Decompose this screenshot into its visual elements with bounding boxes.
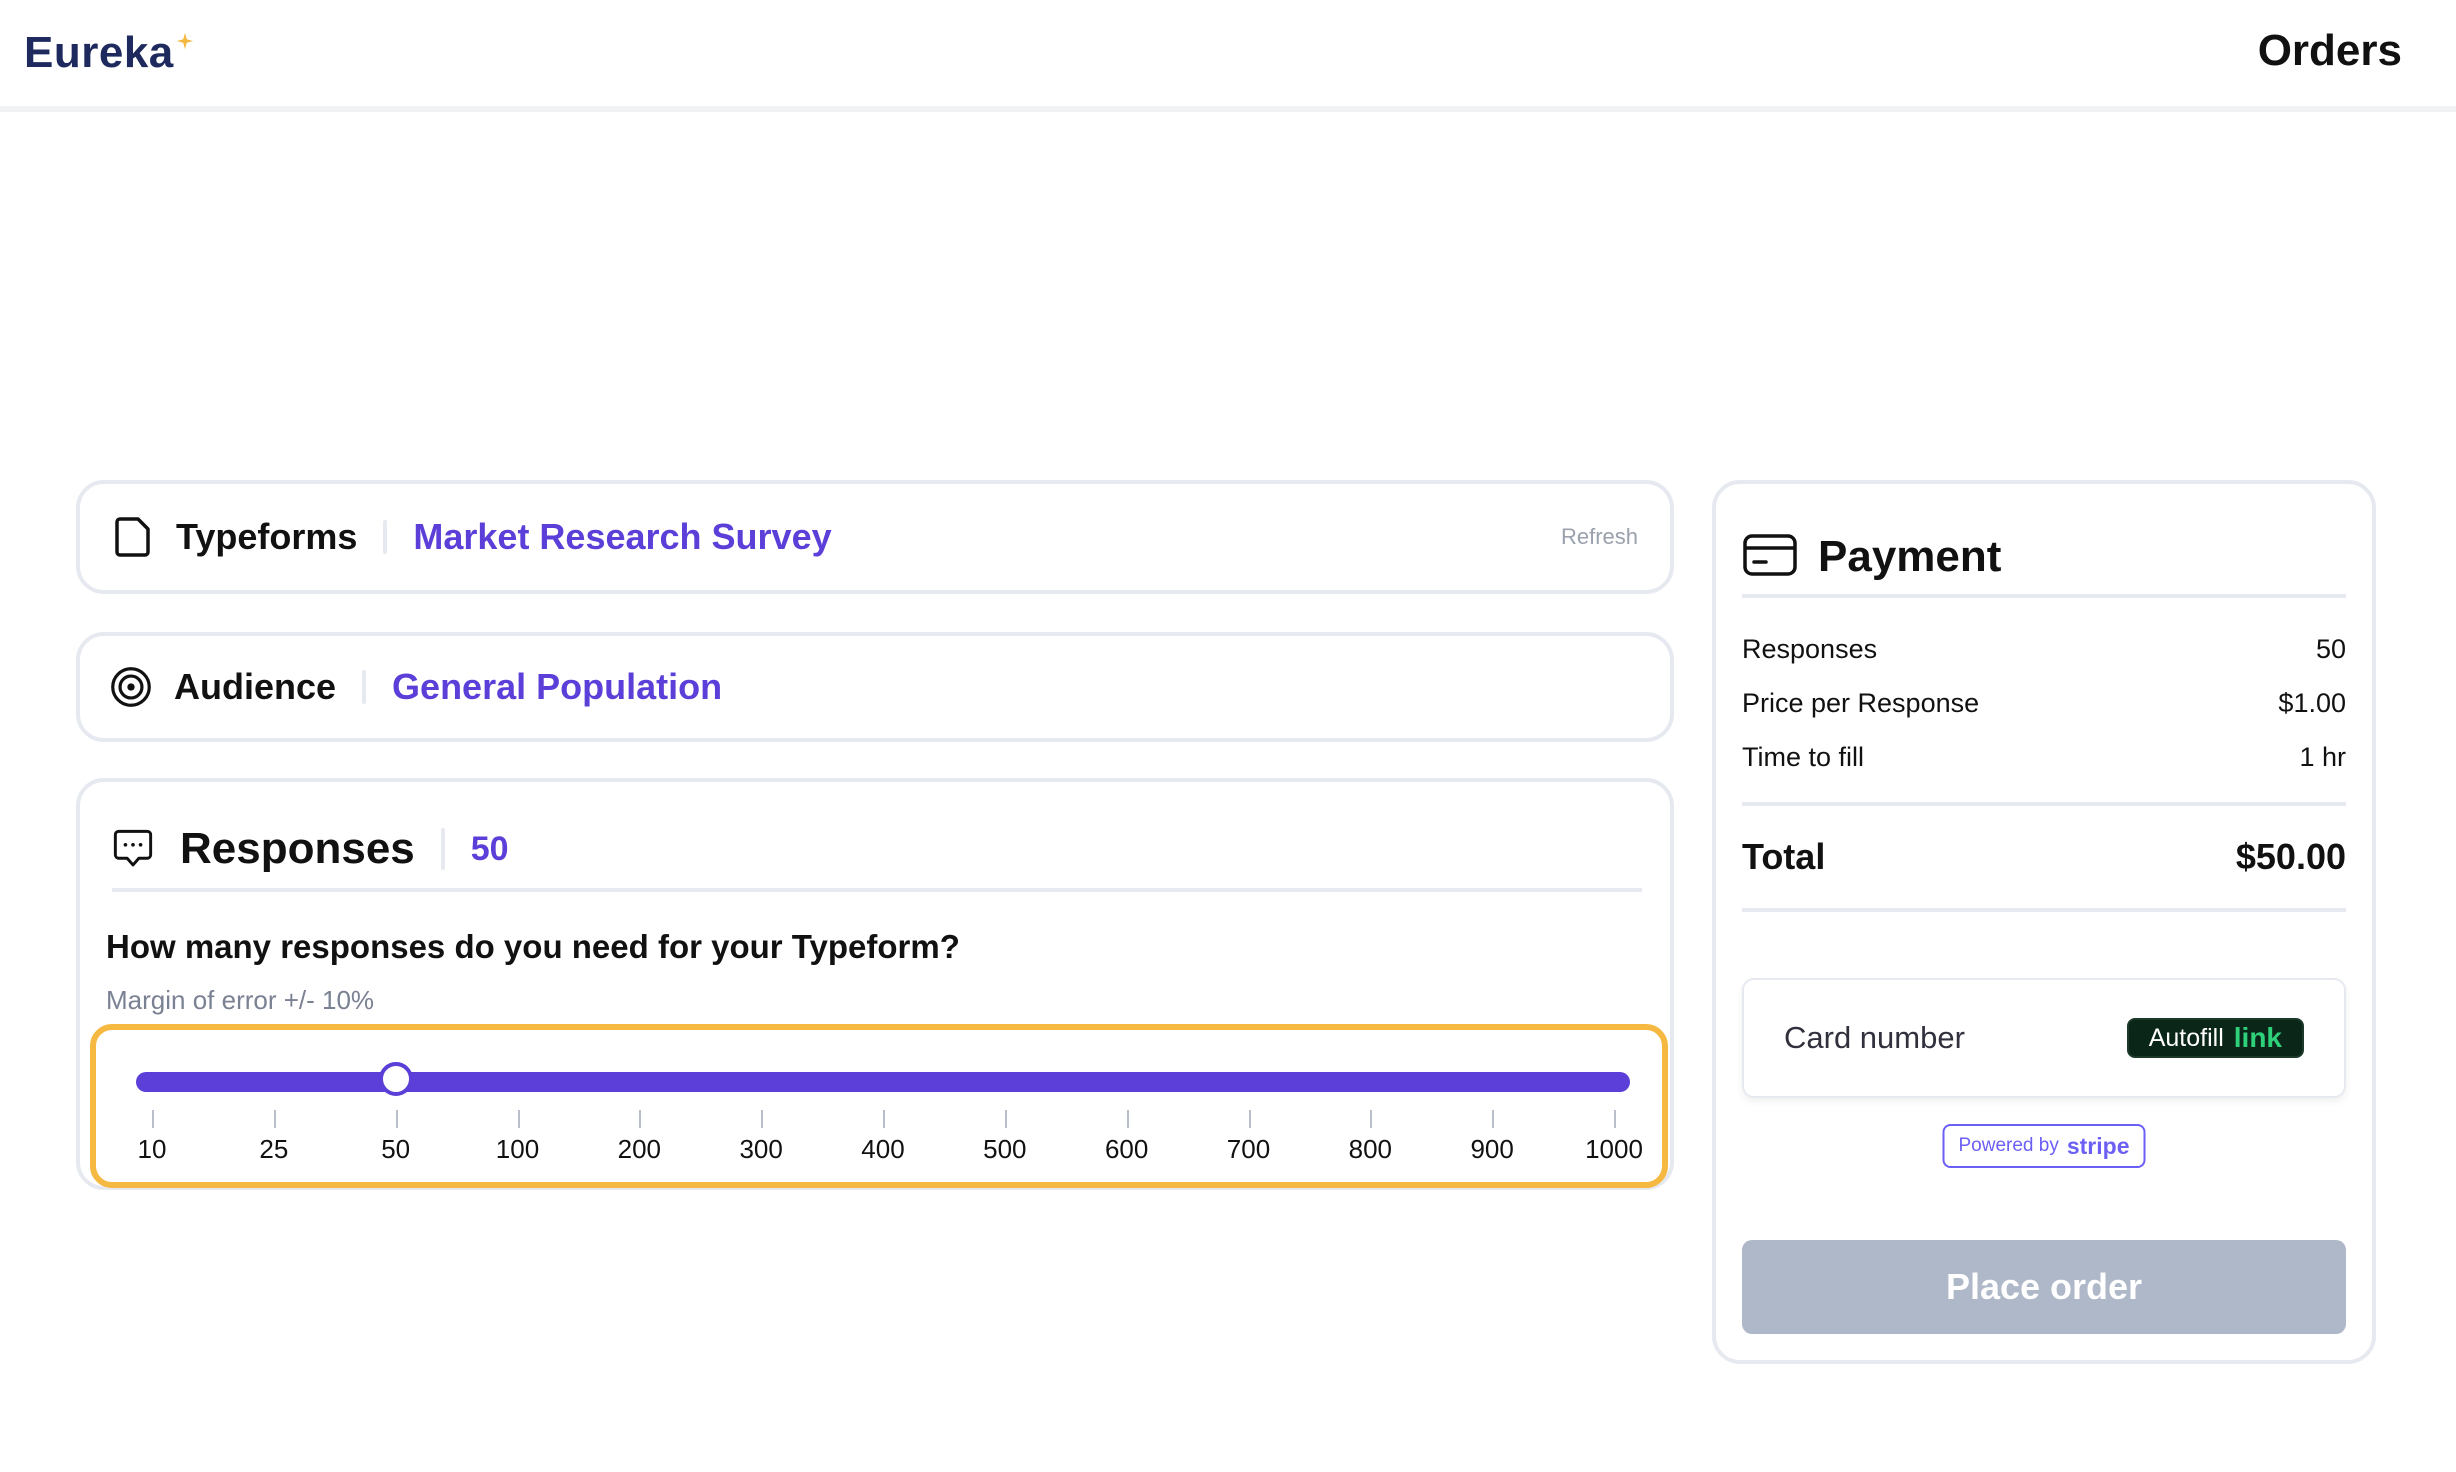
- card-number-field[interactable]: Card number Autofill link: [1742, 978, 2346, 1098]
- top-bar: Eureka Orders: [0, 0, 2456, 112]
- slider-tick: [1126, 1110, 1129, 1128]
- summary-value: 50: [2315, 634, 2346, 664]
- slider-tick: [1004, 1110, 1007, 1128]
- responses-count: 50: [470, 829, 509, 868]
- summary-row-price: Price per Response $1.00: [1742, 688, 2346, 719]
- slider-tick-label[interactable]: 700: [1227, 1134, 1270, 1165]
- divider: [362, 670, 367, 704]
- stripe-prefix: Powered by: [1958, 1135, 2059, 1156]
- link-brand: link: [2233, 1022, 2282, 1053]
- typeforms-card: Typeforms Market Research Survey Refresh: [76, 480, 1674, 594]
- slider-thumb[interactable]: [378, 1062, 413, 1096]
- slider-tick-label[interactable]: 10: [138, 1134, 167, 1165]
- slider-tick-label[interactable]: 400: [861, 1134, 904, 1165]
- place-order-button[interactable]: Place order: [1742, 1240, 2346, 1334]
- payment-title: Payment: [1818, 532, 2002, 581]
- chat-bubble-icon: [112, 828, 154, 870]
- slider-tick-label[interactable]: 900: [1470, 1134, 1513, 1165]
- divider: [383, 520, 388, 554]
- slider-tick-label[interactable]: 25: [259, 1134, 288, 1165]
- summary-label: Responses: [1742, 634, 1878, 664]
- payment-card: Payment Responses 50 Price per Response …: [1712, 480, 2376, 1364]
- total-label: Total: [1742, 836, 1826, 877]
- slider-tick-label[interactable]: 1000: [1585, 1134, 1643, 1165]
- slider-tick: [1370, 1110, 1373, 1128]
- summary-label: Time to fill: [1742, 742, 1865, 772]
- document-icon: [112, 516, 154, 558]
- divider: [440, 828, 445, 870]
- eureka-logo[interactable]: Eureka: [24, 28, 194, 78]
- responses-slider-highlight: 10 25 50 100 200 300 400 500 600 700 800 900 1000: [90, 1024, 1668, 1188]
- divider: [1742, 908, 2346, 912]
- page-title: Orders: [2257, 26, 2402, 75]
- summary-value: 1 hr: [2299, 742, 2346, 772]
- slider-tick-label[interactable]: 300: [739, 1134, 782, 1165]
- margin-of-error-note: Margin of error +/- 10%: [106, 985, 375, 1015]
- credit-card-icon: [1742, 533, 1798, 582]
- slider-tick: [1614, 1110, 1616, 1128]
- summary-row-responses: Responses 50: [1742, 634, 2346, 665]
- divider: [1742, 802, 2346, 806]
- responses-header: Responses 50: [112, 810, 1642, 892]
- slider-track[interactable]: [136, 1062, 1630, 1096]
- slider-tick-label[interactable]: 800: [1349, 1134, 1392, 1165]
- summary-value: $1.00: [2278, 688, 2346, 718]
- autofill-label: Autofill: [2148, 1023, 2224, 1052]
- selected-typeform[interactable]: Market Research Survey: [413, 516, 831, 558]
- summary-row-time: Time to fill 1 hr: [1742, 742, 2346, 773]
- slider-tick-label[interactable]: 500: [983, 1134, 1026, 1165]
- slider-tick: [883, 1110, 885, 1128]
- stripe-logo: stripe: [2066, 1132, 2130, 1159]
- total-row: Total $50.00: [1742, 836, 2346, 878]
- refresh-link[interactable]: Refresh: [1561, 524, 1638, 550]
- target-icon: [110, 666, 152, 708]
- responses-question: How many responses do you need for your …: [106, 928, 960, 965]
- payment-header: Payment: [1742, 520, 2346, 598]
- autofill-link-button[interactable]: Autofill link: [2126, 1018, 2304, 1058]
- total-value: $50.00: [2235, 836, 2346, 877]
- typeforms-label: Typeforms: [176, 516, 358, 557]
- sparkle-icon: [176, 32, 193, 50]
- responses-label: Responses: [180, 824, 415, 873]
- slider-tick: [1492, 1110, 1495, 1128]
- slider-tick: [761, 1110, 764, 1128]
- slider-tick: [1248, 1110, 1251, 1128]
- slider-tick: [273, 1110, 276, 1128]
- slider-tick-label[interactable]: 600: [1105, 1134, 1148, 1165]
- summary-label: Price per Response: [1742, 688, 1980, 718]
- card-number-placeholder: Card number: [1784, 1020, 1965, 1055]
- audience-card: Audience General Population: [76, 632, 1674, 742]
- slider-tick: [639, 1110, 642, 1128]
- slider-tick: [517, 1110, 520, 1128]
- responses-card: Responses 50 How many responses do you n…: [76, 778, 1674, 1190]
- audience-label: Audience: [174, 666, 337, 707]
- logo-text: Eureka: [24, 28, 174, 77]
- slider-tick: [152, 1110, 154, 1128]
- slider-tick: [395, 1110, 398, 1128]
- powered-by-stripe-badge[interactable]: Powered by stripe: [1942, 1124, 2146, 1168]
- slider-ticks: 10 25 50 100 200 300 400 500 600 700 800 900 1000: [136, 1110, 1643, 1180]
- slider-tick-label[interactable]: 50: [381, 1134, 410, 1165]
- slider-tick-label[interactable]: 200: [618, 1134, 661, 1165]
- slider-tick-label[interactable]: 100: [496, 1134, 539, 1165]
- selected-audience[interactable]: General Population: [392, 666, 722, 708]
